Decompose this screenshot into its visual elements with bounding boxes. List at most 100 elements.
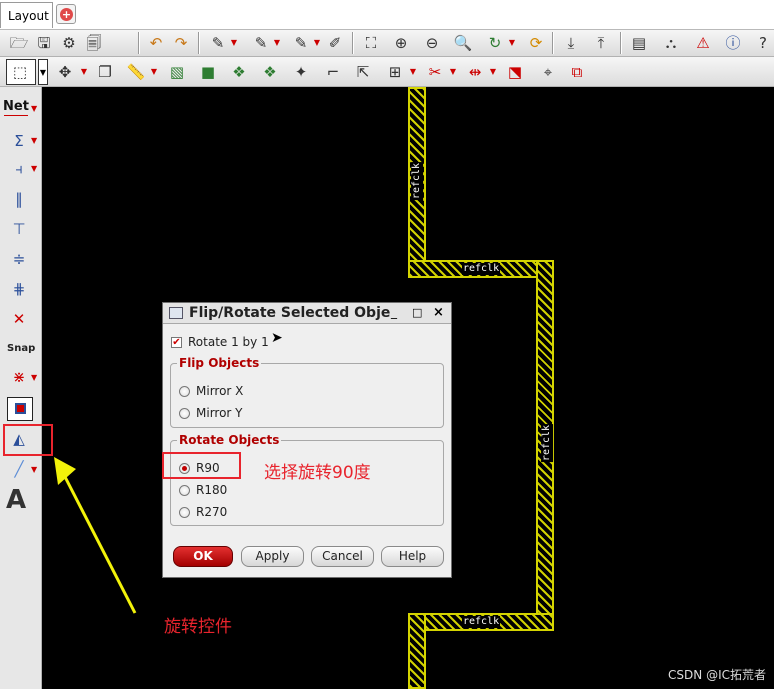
instance-icon[interactable]: ■	[197, 61, 219, 83]
hierarchy-icon[interactable]: ⛬	[660, 32, 682, 54]
rotate-hint-annotation: 选择旋转90度	[264, 463, 371, 483]
chevron-down-icon[interactable]: ▼	[31, 104, 40, 114]
separator	[198, 32, 200, 54]
chevron-down-icon[interactable]: ▼	[31, 373, 40, 383]
merge-icon[interactable]: ⧉	[566, 61, 588, 83]
chevron-down-icon[interactable]: ▼	[31, 136, 40, 146]
zoom-area-icon[interactable]: 🔍	[452, 32, 474, 54]
ok-button[interactable]: OK	[173, 546, 233, 567]
separator	[138, 32, 140, 54]
net-label: Net	[3, 99, 29, 114]
undo-icon[interactable]: ↶	[145, 32, 167, 54]
copy-icon[interactable]: ❐	[94, 61, 116, 83]
pan-icon[interactable]: ↻	[484, 32, 506, 54]
help-button[interactable]: Help	[381, 546, 444, 567]
path-icon[interactable]: ⌐	[322, 61, 344, 83]
select-pencil-icon[interactable]: ✎	[207, 32, 229, 54]
vertical-space-icon[interactable]: ‖	[6, 187, 32, 211]
wire-label: refclk	[462, 616, 501, 628]
clipboard-icon[interactable]: 🗐	[83, 32, 105, 54]
align-top-icon[interactable]: ⊤	[6, 217, 32, 241]
plus-icon: +	[60, 8, 73, 21]
move-icon[interactable]: ✥	[54, 61, 76, 83]
create-pin-icon[interactable]: ❖	[259, 61, 281, 83]
chevron-down-icon[interactable]: ▼	[313, 32, 321, 54]
ruler-icon[interactable]: 📏	[125, 61, 147, 83]
snap-box-button[interactable]	[7, 397, 33, 421]
refresh-icon[interactable]: ⟳	[525, 32, 547, 54]
edit-pencil-icon[interactable]: ✎	[250, 32, 272, 54]
chevron-down-icon[interactable]: ▼	[508, 32, 516, 54]
mirror-y-radio[interactable]	[179, 408, 190, 419]
mirror-x-radio[interactable]	[179, 386, 190, 397]
align-middle-icon[interactable]: ≑	[6, 247, 32, 271]
minimize-icon[interactable]: _	[391, 305, 397, 319]
apply-button[interactable]: Apply	[241, 546, 304, 567]
zoom-out-icon[interactable]: ⊖	[421, 32, 443, 54]
tab-layout[interactable]: Layout	[0, 2, 53, 28]
edit-toolbar: ⬚ ▼ ✥ ▼ ❐ 📏 ▼ ▧ ■ ❖ ❖ ✦ ⌐ ⇱ ⊞ ▼ ✂ ▼ ⇹ ▼ …	[0, 57, 774, 87]
snap-grid-icon[interactable]: ⋇	[6, 365, 32, 389]
open-folder-icon[interactable]: 🗁	[8, 32, 30, 54]
line-icon[interactable]: ╱	[6, 457, 32, 481]
multi-edit-icon[interactable]: ✐	[324, 32, 346, 54]
info-icon[interactable]: ⓘ	[722, 32, 744, 54]
descend-icon[interactable]: ⤓	[560, 32, 582, 54]
cut-icon[interactable]: ✂	[424, 61, 446, 83]
separator	[352, 32, 354, 54]
watermark: CSDN @IC拓荒者	[668, 668, 766, 682]
via-icon[interactable]: ✦	[290, 61, 312, 83]
chevron-down-icon[interactable]: ▼	[38, 59, 48, 85]
ascend-icon[interactable]: ⤒	[590, 32, 612, 54]
cross-icon[interactable]: ✕	[6, 307, 32, 331]
split-icon[interactable]: ⫞	[6, 157, 32, 181]
chevron-down-icon[interactable]: ▼	[31, 164, 40, 174]
text-tool-icon[interactable]: A	[6, 485, 26, 515]
wave-icon[interactable]: ▧	[166, 61, 188, 83]
chevron-down-icon[interactable]: ▼	[230, 32, 238, 54]
maximize-icon[interactable]: □	[412, 306, 422, 319]
distribute-icon[interactable]: ⋕	[6, 277, 32, 301]
rotate-one-by-one-label: Rotate 1 by 1	[188, 335, 269, 349]
zoom-fit-icon[interactable]: ⛶	[360, 32, 382, 54]
r270-label: R270	[196, 505, 228, 519]
sigma-icon[interactable]: Σ	[6, 129, 32, 153]
chevron-down-icon[interactable]: ▼	[273, 32, 281, 54]
stretch-icon[interactable]: ⇱	[352, 61, 374, 83]
reshape-icon[interactable]: ⬔	[504, 61, 526, 83]
r180-radio[interactable]	[179, 485, 190, 496]
align-icon[interactable]: ⇹	[464, 61, 486, 83]
dialog-title: Flip/Rotate Selected Obje	[189, 305, 391, 321]
add-tab-button[interactable]: +	[56, 4, 76, 24]
save-icon[interactable]: 🖫	[33, 32, 55, 54]
wire-segment[interactable]	[408, 613, 426, 689]
main-toolbar: 🗁 🖫 ⚙ 🗐 ↶ ↷ ✎ ▼ ✎ ▼ ✎ ▼ ✐ ⛶ ⊕ ⊖ 🔍 ↻ ▼ ⟳ …	[0, 30, 774, 57]
tab-bar: Layout +	[0, 0, 774, 30]
close-icon[interactable]: ×	[433, 305, 444, 320]
delete-pencil-icon[interactable]: ✎	[290, 32, 312, 54]
chevron-down-icon[interactable]: ▼	[31, 465, 40, 475]
label-icon[interactable]: ⊞	[384, 61, 406, 83]
layout-window-icon[interactable]: ▤	[628, 32, 650, 54]
flip-objects-group: Flip Objects Mirror X Mirror Y	[170, 356, 444, 428]
annotation-arrow	[54, 457, 137, 614]
left-toolbar: Net ▼ Σ ▼ ⫞ ▼ ‖ ⊤ ≑ ⋕ ✕ Snap ⋇ ▼ ◭ ╱ ▼ A	[0, 87, 42, 689]
select-mode-button[interactable]: ⬚	[6, 59, 36, 85]
redo-icon[interactable]: ↷	[170, 32, 192, 54]
arrow-head-icon	[54, 457, 76, 485]
chevron-down-icon[interactable]: ▼	[80, 61, 88, 83]
help-icon[interactable]: ?	[752, 32, 774, 54]
r270-radio[interactable]	[179, 507, 190, 518]
chop-icon[interactable]: ⌖	[537, 61, 559, 83]
zoom-in-icon[interactable]: ⊕	[390, 32, 412, 54]
cancel-button[interactable]: Cancel	[311, 546, 374, 567]
chevron-down-icon[interactable]: ▼	[409, 61, 417, 83]
gear-icon[interactable]: ⚙	[58, 32, 80, 54]
chevron-down-icon[interactable]: ▼	[489, 61, 497, 83]
chevron-down-icon[interactable]: ▼	[449, 61, 457, 83]
separator	[620, 32, 622, 54]
create-instance-icon[interactable]: ❖	[228, 61, 250, 83]
warning-icon[interactable]: ⚠	[692, 32, 714, 54]
rotate-one-by-one-checkbox[interactable]: ✔	[171, 337, 182, 348]
chevron-down-icon[interactable]: ▼	[150, 61, 158, 83]
